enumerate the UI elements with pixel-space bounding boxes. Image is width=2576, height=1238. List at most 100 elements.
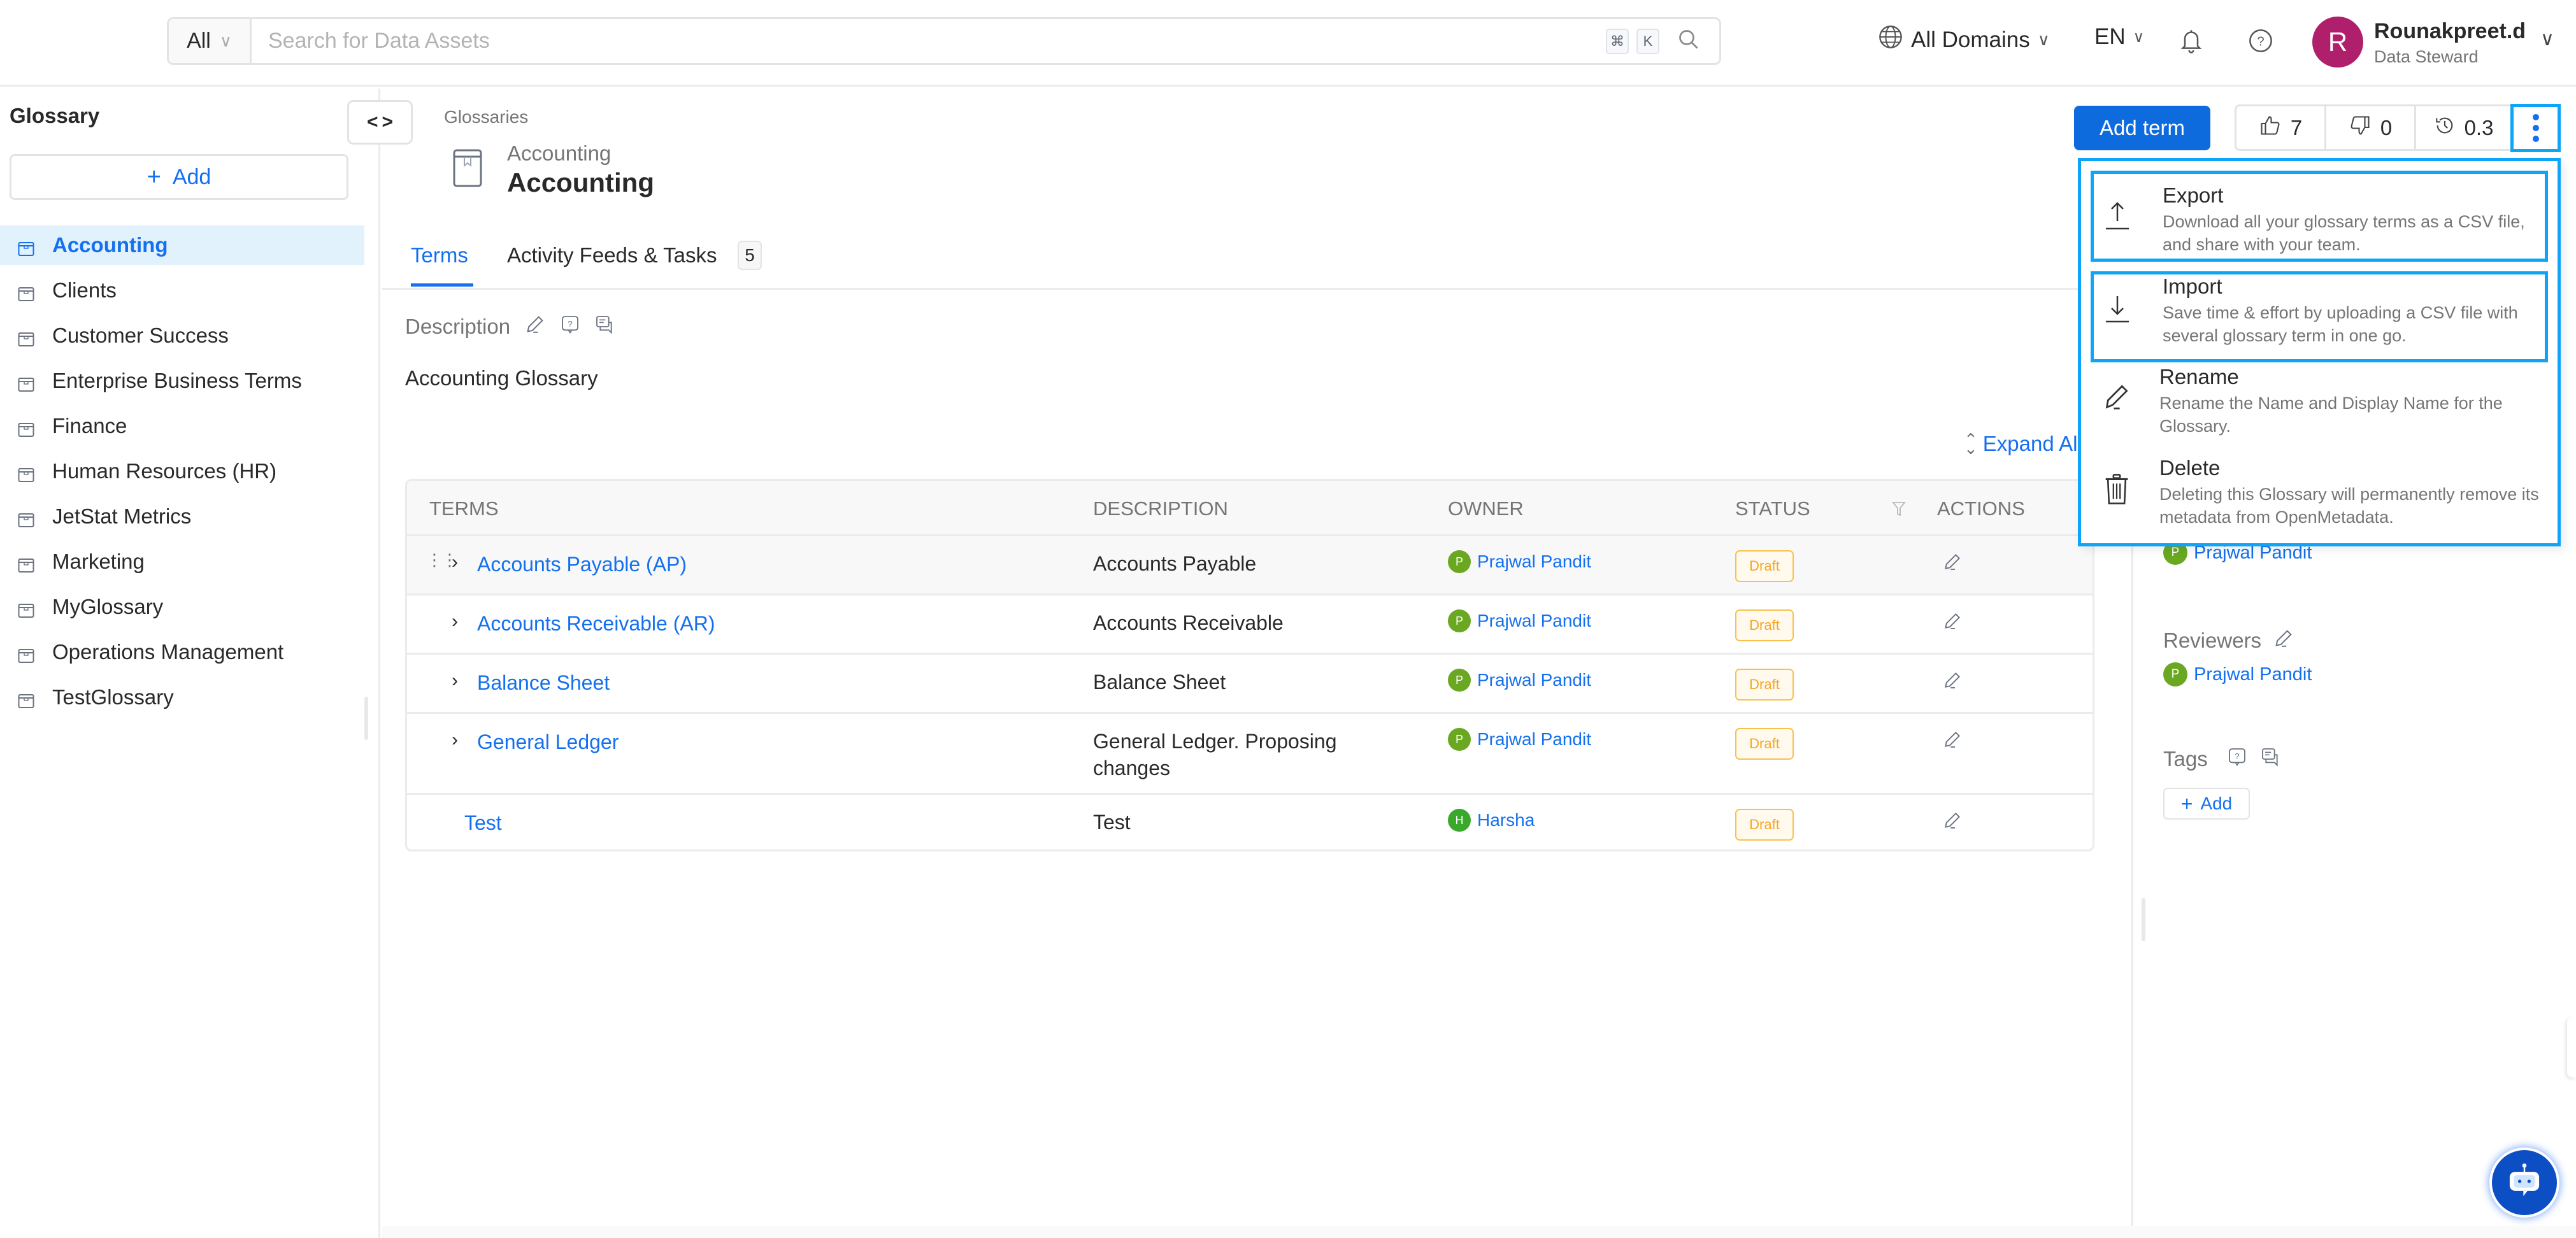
help-icon: ?	[2248, 28, 2273, 59]
owner-name[interactable]: Prajwal Pandit	[1477, 551, 1591, 572]
side-drawer-tab[interactable]	[2567, 1018, 2576, 1078]
sidebar-item-testglossary[interactable]: TestGlossary	[0, 678, 364, 717]
notifications-button[interactable]	[2179, 27, 2204, 60]
owner-name[interactable]: Harsha	[1477, 810, 1535, 830]
downvote-button[interactable]: 0	[2326, 106, 2416, 149]
add-term-button[interactable]: Add term	[2074, 106, 2210, 150]
collapse-sidebar-button[interactable]: < >	[347, 100, 413, 145]
edit-description-icon[interactable]	[524, 313, 546, 340]
add-glossary-button[interactable]: + Add	[10, 154, 348, 200]
expand-row-icon[interactable]: ›	[452, 551, 458, 573]
edit-term-icon[interactable]	[1942, 729, 1963, 755]
term-link[interactable]: Accounts Payable (AP)	[477, 553, 687, 576]
owner-name[interactable]: Prajwal Pandit	[1477, 670, 1591, 690]
help-button[interactable]: ?	[2248, 28, 2273, 59]
svg-text:?: ?	[2235, 751, 2239, 761]
domain-selector[interactable]: All Domains ∨	[1878, 24, 2050, 55]
rename-title: Rename	[2159, 365, 2239, 388]
term-link[interactable]: Balance Sheet	[477, 671, 610, 695]
menu-item-rename[interactable]: Rename Rename the Name and Display Name …	[2091, 365, 2548, 451]
sidebar-item-myglossary[interactable]: MyGlossary	[0, 587, 364, 627]
chevron-down-icon: ∨	[2133, 28, 2145, 46]
sidebar-item-finance[interactable]: Finance	[0, 406, 364, 446]
table-row[interactable]: › Balance Sheet Balance Sheet P Prajwal Pand…	[407, 655, 2093, 714]
sidebar-title: Glossary	[10, 104, 100, 127]
request-description-icon[interactable]: ?	[560, 314, 580, 339]
add-tag-button[interactable]: + Add	[2163, 788, 2250, 820]
edit-term-icon[interactable]	[1942, 670, 1963, 695]
breadcrumb-glossaries[interactable]: Glossaries	[444, 107, 528, 127]
sidebar-item-enterprise-business-terms[interactable]: Enterprise Business Terms	[0, 361, 364, 401]
menu-item-export[interactable]: Export Download all your glossary terms …	[2091, 171, 2548, 262]
sidebar-scrollbar[interactable]	[364, 697, 368, 740]
owner-avatar: H	[1448, 809, 1471, 832]
term-owner[interactable]: H Harsha	[1448, 809, 1535, 832]
reviewer-entry[interactable]: P Prajwal Pandit	[2163, 662, 2312, 687]
more-options-button[interactable]	[2510, 104, 2561, 152]
term-owner[interactable]: P Prajwal Pandit	[1448, 669, 1591, 692]
sidebar-item-clients[interactable]: Clients	[0, 271, 364, 310]
reviewer-name[interactable]: Prajwal Pandit	[2194, 664, 2312, 685]
term-owner[interactable]: P Prajwal Pandit	[1448, 728, 1591, 751]
edit-term-icon[interactable]	[1942, 551, 1963, 577]
search-filter-dropdown[interactable]: All ∨	[169, 19, 252, 63]
owner-name[interactable]: Prajwal Pandit	[1477, 611, 1591, 631]
sidebar-item-marketing[interactable]: Marketing	[0, 542, 364, 581]
tab-terms[interactable]: Terms	[411, 243, 468, 267]
language-selector[interactable]: EN ∨	[2094, 24, 2144, 50]
table-row[interactable]: › General Ledger General Ledger. Proposing…	[407, 714, 2093, 795]
term-link[interactable]: Test	[464, 811, 502, 835]
expand-row-icon[interactable]: ›	[452, 611, 458, 632]
sidebar-item-accounting[interactable]: Accounting	[0, 225, 364, 265]
sidebar-item-jetstat-metrics[interactable]: JetStat Metrics	[0, 497, 364, 536]
conversation-icon[interactable]	[594, 314, 615, 339]
menu-item-import[interactable]: Import Save time & effort by uploading a…	[2091, 271, 2548, 362]
expand-row-icon[interactable]: ›	[452, 670, 458, 692]
export-description: Download all your glossary terms as a CS…	[2163, 212, 2525, 254]
glossary-name: Accounting	[507, 167, 654, 197]
add-tag-label: Add	[2200, 793, 2233, 813]
user-name[interactable]: Rounakpreet.d	[2374, 19, 2526, 44]
column-header-status: STATUS	[1735, 497, 1810, 520]
status-filter-icon[interactable]	[1891, 481, 1907, 536]
search-icon[interactable]	[1677, 28, 1700, 54]
description-header: Description ?	[405, 313, 615, 340]
svg-text:?: ?	[2257, 35, 2264, 49]
term-owner[interactable]: P Prajwal Pandit	[1448, 609, 1591, 632]
glossary-book-icon	[453, 148, 482, 192]
table-row[interactable]: › Accounts Receivable (AR) Accounts Receiv…	[407, 595, 2093, 655]
more-dot	[2532, 114, 2539, 120]
user-avatar[interactable]: R	[2312, 17, 2363, 68]
term-owner[interactable]: P Prajwal Pandit	[1448, 550, 1591, 573]
owner-name[interactable]: Prajwal Pandit	[1477, 729, 1591, 750]
activity-count-badge: 5	[738, 241, 762, 270]
sidebar-item-operations-management[interactable]: Operations Management	[0, 632, 364, 672]
edit-term-icon[interactable]	[1942, 810, 1963, 836]
tags-conversation-icon[interactable]	[2260, 746, 2280, 772]
term-link[interactable]: General Ledger	[477, 730, 619, 754]
version-number: 0.3	[2464, 115, 2494, 139]
table-row[interactable]: Test Test H Harsha Draft	[407, 795, 2093, 850]
tab-activity-feeds[interactable]: Activity Feeds & Tasks	[507, 243, 717, 267]
term-link[interactable]: Accounts Receivable (AR)	[477, 612, 715, 636]
version-history-button[interactable]: 0.3	[2416, 106, 2513, 149]
breadcrumb[interactable]: Glossaries	[444, 107, 528, 127]
sidebar-item-customer-success[interactable]: Customer Success	[0, 316, 364, 355]
edit-term-icon[interactable]	[1942, 611, 1963, 636]
chatbot-button[interactable]	[2489, 1148, 2559, 1218]
sidebar-item-human-resources-hr[interactable]: Human Resources (HR)	[0, 452, 364, 491]
right-panel-resize-handle[interactable]	[2142, 898, 2145, 941]
top-header: All ∨ ⌘ K All Domains ∨ EN ∨ ? R Rounakp…	[0, 0, 2576, 87]
expand-row-icon[interactable]: ›	[452, 729, 458, 751]
expand-all-button[interactable]: ⌃ ⌄ Expand All	[1964, 431, 2082, 457]
k-key-icon: K	[1636, 28, 1659, 54]
menu-item-delete[interactable]: Delete Deleting this Glossary will perma…	[2091, 456, 2548, 542]
edit-reviewers-icon[interactable]	[2273, 627, 2294, 654]
upvote-button[interactable]: 7	[2236, 106, 2326, 149]
request-tags-icon[interactable]: ?	[2227, 746, 2247, 772]
sidebar-item-label: TestGlossary	[52, 685, 174, 709]
edit-icon	[2103, 381, 2131, 415]
user-menu-chevron[interactable]: ∨	[2540, 28, 2554, 50]
table-row[interactable]: ⋮⋮ › Accounts Payable (AP) Accounts Payable…	[407, 536, 2093, 595]
search-input[interactable]	[252, 19, 1606, 63]
